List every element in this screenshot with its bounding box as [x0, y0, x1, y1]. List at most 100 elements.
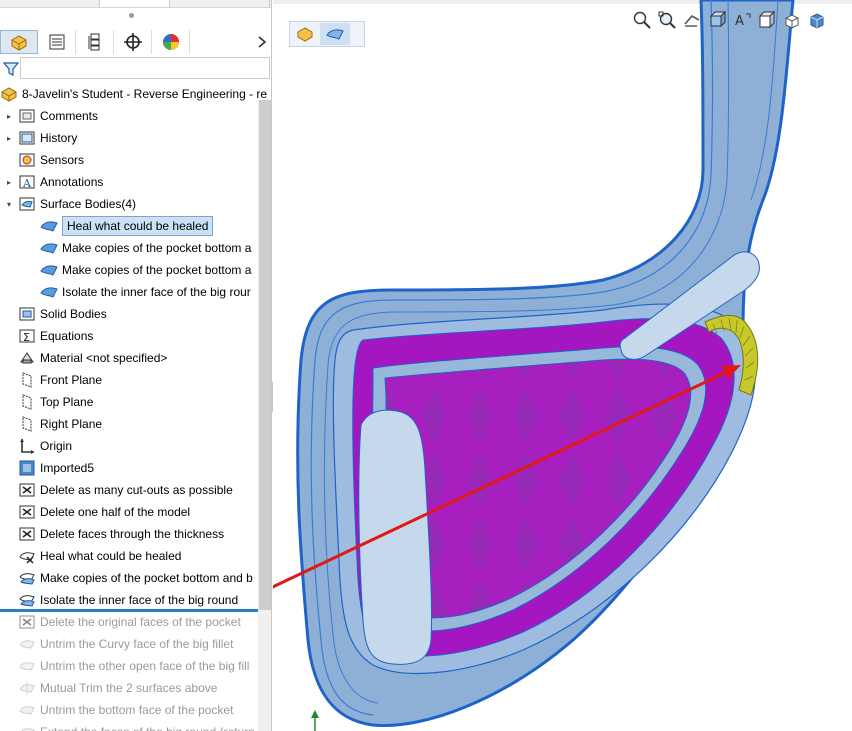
tree-item-label: Delete as many cut-outs as possible — [40, 483, 233, 497]
chevron-right-icon[interactable] — [254, 34, 270, 50]
heads-up-toolbar: A — [629, 8, 829, 32]
tree-item-delete-one-half-of-the-model[interactable]: Delete one half of the model — [0, 501, 258, 523]
tree-item-mutual-trim-the-2-surfaces-above[interactable]: Mutual Trim the 2 surfaces above — [0, 677, 258, 699]
tree-root-part[interactable]: 8-Javelin's Student - Reverse Engineerin… — [0, 83, 267, 105]
panel-grip[interactable] — [129, 13, 134, 18]
tree-item-right-plane[interactable]: Right Plane — [0, 413, 258, 435]
tree-item-label: Delete one half of the model — [40, 505, 191, 519]
display-manager-icon — [162, 34, 179, 50]
filter-input[interactable] — [20, 57, 270, 79]
tree-item-comments[interactable]: ▸ Comments — [0, 105, 258, 127]
oval-pad[interactable] — [358, 409, 433, 665]
tree-item-material-not-specified[interactable]: Material <not specified> — [0, 347, 258, 369]
part-icon — [1, 87, 17, 102]
tree-item-top-plane[interactable]: Top Plane — [0, 391, 258, 413]
tree-item-label: Right Plane — [40, 417, 103, 431]
zoom-to-area-icon — [658, 11, 676, 29]
tree-item-origin[interactable]: Origin — [0, 435, 258, 457]
expand-arrow-icon[interactable]: ▸ — [4, 127, 14, 149]
tree-item-delete-the-original-faces-of-the-pocket[interactable]: Delete the original faces of the pocket — [0, 611, 258, 633]
display-style-icon — [758, 10, 775, 29]
equations-icon: Σ — [19, 329, 35, 344]
offset-surface-icon — [19, 595, 35, 607]
zoom-to-fit-button[interactable] — [629, 8, 654, 32]
solid-bodies-folder-icon — [19, 307, 35, 321]
section-view-icon — [709, 10, 726, 28]
hide-show-items-icon — [785, 14, 798, 29]
tree-item-annotations[interactable]: ▸ A Annotations — [0, 171, 258, 193]
view-orientation-icon: A — [735, 13, 750, 29]
display-style-button[interactable] — [754, 8, 779, 32]
tree-item-history[interactable]: ▸ History — [0, 127, 258, 149]
tree-item-heal-what-could-be-healed[interactable]: Heal what could be healed — [0, 215, 258, 237]
top-strip — [0, 0, 271, 8]
expand-arrow-icon[interactable]: ▸ — [4, 171, 14, 193]
tree-item-front-plane[interactable]: Front Plane — [0, 369, 258, 391]
tree-item-sensors[interactable]: Sensors — [0, 149, 258, 171]
zoom-to-fit-icon — [633, 11, 651, 29]
tree-item-surface-bodies-4[interactable]: ▾ Surface Bodies(4) — [0, 193, 258, 215]
tree-item-label: Make copies of the pocket bottom and b — [40, 571, 253, 585]
property-manager-icon — [49, 34, 64, 50]
breadcrumb — [289, 21, 365, 47]
graphics-viewport[interactable]: A — [273, 0, 852, 731]
previous-view-button[interactable] — [679, 8, 704, 32]
edit-appearance-button[interactable] — [804, 8, 829, 32]
tree-item-make-copies-of-the-pocket-bottom-a[interactable]: Make copies of the pocket bottom a — [0, 237, 258, 259]
scrollbar-thumb[interactable] — [259, 100, 271, 610]
tree-item-delete-as-many-cut-outs-as-possible[interactable]: Delete as many cut-outs as possible — [0, 479, 258, 501]
tree-item-label: Heal what could be healed — [40, 549, 182, 563]
tree-item-imported5[interactable]: Imported5 — [0, 457, 258, 479]
zoom-to-area-button[interactable] — [654, 8, 679, 32]
manager-tab-bar — [0, 28, 271, 55]
tree-item-isolate-the-inner-face-of-the-big-rour[interactable]: Isolate the inner face of the big rour — [0, 281, 258, 303]
tab-propertymanager[interactable] — [38, 30, 76, 54]
delete-face-icon — [19, 615, 35, 629]
model-view[interactable] — [273, 0, 852, 731]
tree-item-label: Solid Bodies — [40, 307, 107, 321]
tab-configurationmanager[interactable] — [76, 30, 114, 54]
tree-item-untrim-the-other-open-face-of-the-big-fill[interactable]: Untrim the other open face of the big fi… — [0, 655, 258, 677]
svg-text:A: A — [735, 14, 744, 29]
triad-icon — [311, 710, 319, 731]
tab-featuremanager[interactable] — [0, 30, 38, 54]
material-icon — [20, 352, 34, 364]
tab-dimxpert[interactable] — [114, 30, 152, 54]
tree-item-make-copies-of-the-pocket-bottom-and-b[interactable]: Make copies of the pocket bottom and b — [0, 567, 258, 589]
tree-item-extend-the-faces-of-the-big-round-return[interactable]: Extend the faces of the big round (retur… — [0, 721, 258, 731]
expand-arrow-icon[interactable]: ▸ — [4, 105, 14, 127]
tree-item-solid-bodies[interactable]: Solid Bodies — [0, 303, 258, 325]
filter-icon[interactable] — [2, 60, 20, 78]
tree-item-untrim-the-bottom-face-of-the-pocket[interactable]: Untrim the bottom face of the pocket — [0, 699, 258, 721]
delete-face-icon — [19, 483, 35, 497]
tab-display-manager[interactable] — [152, 30, 190, 54]
sensors-icon — [19, 153, 35, 167]
tree-item-heal-what-could-be-healed[interactable]: Heal what could be healed — [0, 545, 258, 567]
collapse-arrow-icon[interactable]: ▾ — [4, 193, 14, 215]
tree-item-isolate-the-inner-face-of-the-big-round[interactable]: Isolate the inner face of the big round — [0, 589, 258, 611]
tree-item-label: Sensors — [40, 153, 85, 167]
extend-surface-icon — [20, 728, 35, 731]
untrim-surface-icon — [19, 662, 35, 671]
tree-item-make-copies-of-the-pocket-bottom-a[interactable]: Make copies of the pocket bottom a — [0, 259, 258, 281]
tree-item-equations[interactable]: Σ Equations — [0, 325, 258, 347]
tree-item-label: Isolate the inner face of the big rour — [62, 285, 251, 299]
hide-show-items-button[interactable] — [779, 8, 804, 32]
view-orientation-button[interactable]: A — [729, 8, 754, 32]
tree-item-label: Front Plane — [40, 373, 103, 387]
rollback-bar[interactable] — [0, 609, 258, 612]
tree-item-label: Top Plane — [40, 395, 94, 409]
feature-manager-icon — [11, 35, 27, 51]
tree-item-delete-faces-through-the-thickness[interactable]: Delete faces through the thickness — [0, 523, 258, 545]
section-view-button[interactable] — [704, 8, 729, 32]
dimxpert-icon — [123, 33, 142, 51]
tree-item-label: Extend the faces of the big round (retur… — [40, 725, 255, 731]
tree-item-label: Mutual Trim the 2 surfaces above — [40, 681, 218, 695]
tree-item-label: Delete faces through the thickness — [40, 527, 225, 541]
heal-icon — [19, 552, 35, 564]
tree-item-untrim-the-curvy-face-of-the-big-fillet[interactable]: Untrim the Curvy face of the big fillet — [0, 633, 258, 655]
featuremanager-panel: 8-Javelin's Student - Reverse Engineerin… — [0, 0, 272, 731]
breadcrumb-part[interactable] — [290, 23, 320, 45]
tree-item-label: Surface Bodies(4) — [40, 197, 137, 211]
breadcrumb-surface[interactable] — [320, 23, 350, 45]
